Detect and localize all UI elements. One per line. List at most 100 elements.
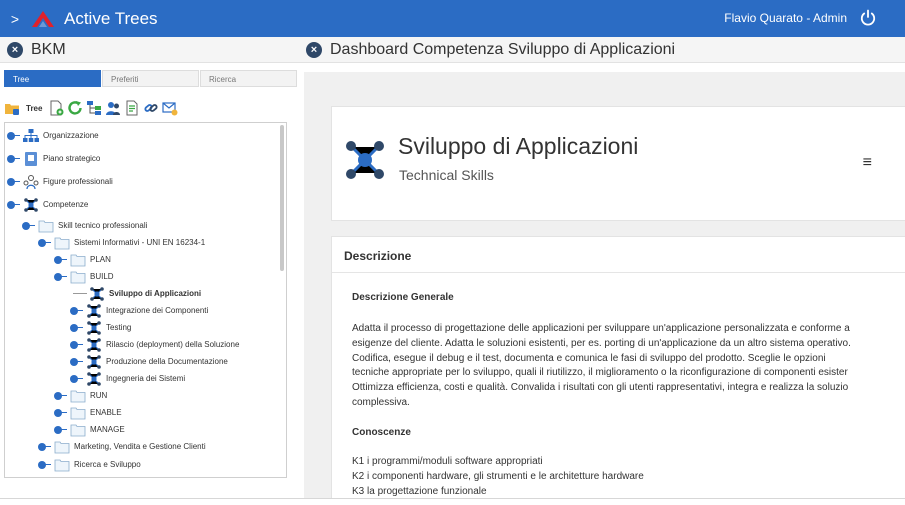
expand-toggle-icon[interactable] bbox=[70, 374, 83, 383]
tree-node-enable[interactable]: ENABLE bbox=[54, 404, 122, 421]
tree-node-skill-tecnico[interactable]: Skill tecnico professionali bbox=[22, 217, 147, 234]
expand-toggle-icon[interactable] bbox=[54, 391, 67, 400]
expand-toggle-icon[interactable] bbox=[54, 425, 67, 434]
link-icon[interactable] bbox=[143, 100, 159, 116]
tree-node-marketing[interactable]: Marketing, Vendita e Gestione Clienti bbox=[38, 438, 206, 455]
tree-node-sistemi-informativi[interactable]: Sistemi Informativi - UNI EN 16234-1 bbox=[38, 234, 205, 251]
navigation-tree: Organizzazione Piano strategico Figure p… bbox=[4, 122, 287, 478]
folder-icon bbox=[54, 459, 70, 471]
folder-icon bbox=[70, 271, 86, 283]
knowledge-item: K2 i componenti hardware, gli strumenti … bbox=[352, 471, 644, 482]
tree-node-label: Piano strategico bbox=[43, 154, 101, 163]
tree-node-piano-strategico[interactable]: Piano strategico bbox=[7, 150, 100, 167]
tree-node-build[interactable]: BUILD bbox=[54, 268, 114, 285]
report-icon[interactable] bbox=[124, 100, 140, 116]
folder-icon bbox=[70, 424, 86, 436]
tree-node-organizzazione[interactable]: Organizzazione bbox=[7, 127, 99, 144]
general-description-title: Descrizione Generale bbox=[352, 292, 454, 303]
tree-node-sviluppo-applicazioni[interactable]: Sviluppo di Applicazioni bbox=[73, 285, 201, 302]
refresh-icon[interactable] bbox=[67, 100, 83, 116]
expand-toggle-icon[interactable] bbox=[70, 323, 83, 332]
new-document-icon[interactable] bbox=[48, 100, 64, 116]
tree-node-ricerca-sviluppo[interactable]: Ricerca e Sviluppo bbox=[38, 456, 141, 473]
top-bar: > Active Trees Flavio Quarato - Admin bbox=[0, 0, 905, 37]
tree-connector bbox=[73, 293, 87, 294]
mail-settings-icon[interactable] bbox=[162, 100, 178, 116]
tree-node-manage[interactable]: MANAGE bbox=[54, 421, 125, 438]
expand-toggle-icon[interactable] bbox=[7, 131, 20, 140]
expand-toggle-icon[interactable] bbox=[7, 154, 20, 163]
tree-node-label: BUILD bbox=[90, 272, 114, 281]
right-panel-header: × Dashboard Competenza Sviluppo di Appli… bbox=[298, 37, 905, 63]
expand-toggle-icon[interactable] bbox=[70, 357, 83, 366]
window-bottom-edge bbox=[0, 498, 905, 505]
network-icon bbox=[87, 320, 101, 335]
expand-toggle-icon[interactable] bbox=[54, 408, 67, 417]
expand-toggle-icon[interactable] bbox=[7, 200, 20, 209]
description-line: esigenze del cliente. Adatta le soluzion… bbox=[352, 337, 851, 349]
hamburger-menu-icon[interactable]: ≡ bbox=[863, 154, 872, 172]
description-line: Ottimizza efficienza, costi e qualità. C… bbox=[352, 382, 849, 394]
close-left-panel-icon[interactable]: × bbox=[7, 41, 23, 58]
folder-icon bbox=[70, 254, 86, 266]
network-icon bbox=[87, 303, 101, 318]
tree-scrollbar[interactable] bbox=[280, 125, 284, 271]
tree-node-label: MANAGE bbox=[90, 425, 125, 434]
hierarchy-icon[interactable] bbox=[86, 100, 102, 116]
tree-node-figure-professionali[interactable]: Figure professionali bbox=[7, 173, 113, 190]
folder-icon bbox=[38, 220, 54, 232]
org-chart-icon bbox=[23, 128, 39, 142]
competence-card: Sviluppo di Applicazioni Technical Skill… bbox=[331, 106, 905, 221]
description-line: tecniche appropriate per lo sviluppo, qu… bbox=[352, 367, 848, 379]
expand-toggle-icon[interactable] bbox=[38, 442, 51, 451]
expand-toggle-icon[interactable] bbox=[54, 255, 67, 264]
general-description-text: Adatta il processo di progettazione dell… bbox=[352, 322, 905, 411]
tab-preferiti[interactable]: Preferiti bbox=[102, 70, 199, 87]
dashboard-title: Dashboard Competenza Sviluppo di Applica… bbox=[330, 40, 676, 58]
tree-node-label: Ricerca e Sviluppo bbox=[74, 460, 141, 469]
tree-node-label: Produzione della Documentazione bbox=[106, 357, 228, 366]
competence-title: Sviluppo di Applicazioni bbox=[398, 133, 639, 159]
folder-icon bbox=[54, 441, 70, 453]
description-card: Descrizione Descrizione Generale Adatta … bbox=[331, 236, 905, 498]
tree-node-plan[interactable]: PLAN bbox=[54, 251, 111, 268]
tree-node-integrazione-componenti[interactable]: Integrazione dei Componenti bbox=[70, 302, 208, 319]
user-name[interactable]: Flavio Quarato - Admin bbox=[724, 11, 847, 25]
expand-toggle-icon[interactable] bbox=[38, 238, 51, 247]
app-title: Active Trees bbox=[64, 8, 158, 28]
people-icon bbox=[23, 174, 39, 189]
tree-node-label: Sviluppo di Applicazioni bbox=[109, 289, 202, 298]
users-icon[interactable] bbox=[105, 100, 121, 116]
tree-node-label: PLAN bbox=[90, 255, 111, 264]
tree-node-produzione-documentazione[interactable]: Produzione della Documentazione bbox=[70, 353, 228, 370]
expand-toggle-icon[interactable] bbox=[70, 306, 83, 315]
tree-node-label: ENABLE bbox=[90, 408, 122, 417]
left-panel-title: BKM bbox=[31, 40, 66, 58]
tree-node-label: Testing bbox=[106, 323, 132, 332]
tree-node-testing[interactable]: Testing bbox=[70, 319, 131, 336]
knowledge-item: K3 la progettazione funzionale bbox=[352, 486, 487, 497]
expand-toggle-icon[interactable] bbox=[54, 272, 67, 281]
tab-ricerca[interactable]: Ricerca bbox=[200, 70, 297, 87]
folder-icon bbox=[54, 237, 70, 249]
expand-chevron-icon[interactable]: > bbox=[4, 11, 26, 27]
expand-toggle-icon[interactable] bbox=[70, 340, 83, 349]
description-line: Adatta il processo di progettazione dell… bbox=[352, 323, 850, 334]
tree-node-ingegneria-sistemi[interactable]: Ingegneria dei Sistemi bbox=[70, 370, 185, 387]
tree-node-run[interactable]: RUN bbox=[54, 387, 107, 404]
tree-node-competenze[interactable]: Competenze bbox=[7, 196, 88, 213]
tab-tree[interactable]: Tree bbox=[4, 70, 101, 87]
power-icon[interactable] bbox=[859, 9, 877, 27]
tree-folder-icon[interactable] bbox=[4, 100, 20, 116]
description-header: Descrizione bbox=[332, 237, 905, 273]
network-icon bbox=[87, 337, 101, 352]
expand-toggle-icon[interactable] bbox=[38, 460, 51, 469]
close-dashboard-icon[interactable]: × bbox=[306, 41, 322, 58]
network-icon bbox=[90, 286, 104, 301]
tree-node-rilascio[interactable]: Rilascio (deployment) della Soluzione bbox=[70, 336, 239, 353]
expand-toggle-icon[interactable] bbox=[22, 221, 35, 230]
dashboard-body: Sviluppo di Applicazioni Technical Skill… bbox=[304, 72, 905, 498]
folder-icon bbox=[70, 390, 86, 402]
folder-icon bbox=[70, 407, 86, 419]
expand-toggle-icon[interactable] bbox=[7, 177, 20, 186]
